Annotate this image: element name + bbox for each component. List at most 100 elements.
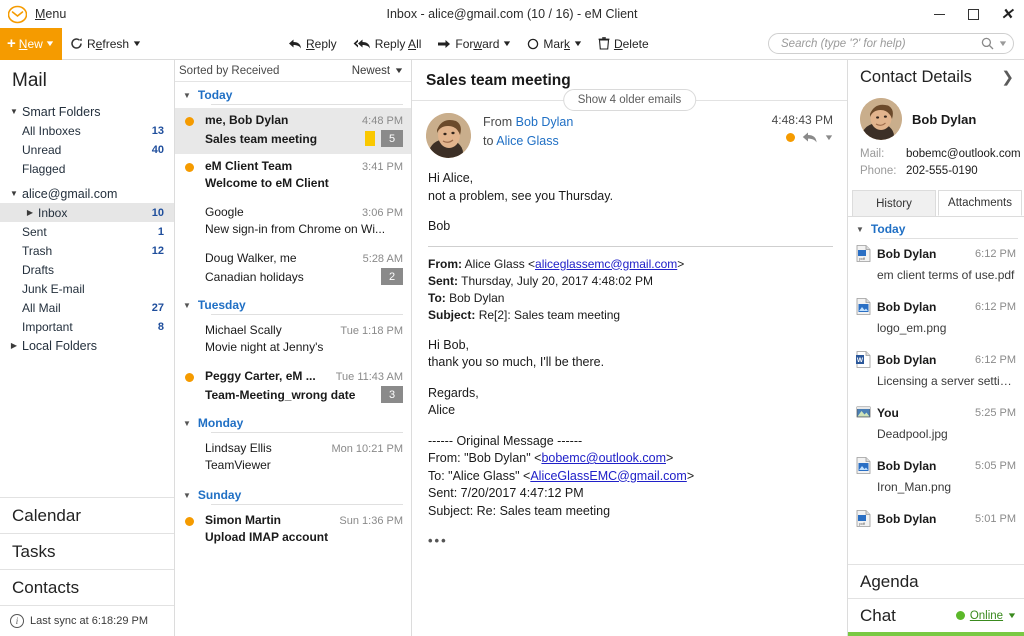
sort-label[interactable]: Sorted by Received [179,65,352,77]
message-time: 5:28 AM [362,253,403,265]
tab-history[interactable]: History [852,190,936,216]
refresh-label: Refresh [87,36,130,51]
email-link[interactable]: bobemc@outlook.com [541,451,666,465]
agenda-panel-header[interactable]: Agenda [848,564,1024,598]
sidebar-item-all-mail[interactable]: All Mail 27 [0,298,174,317]
attachment-item[interactable]: pdf Bob Dylan 5:01 PM [848,506,1024,559]
attachment-item[interactable]: You 5:25 PM Deadpool.jpg [848,400,1024,453]
to-name[interactable]: Alice Glass [496,134,559,148]
message-actions: Reply Reply All Forward ▼ Mark ▼ Delete [280,28,657,60]
delete-label: Delete [613,36,649,51]
contact-details-header: Contact Details ❯ [848,60,1024,94]
new-button[interactable]: + New ▼ [0,27,62,60]
folder-label: Junk E-mail [22,281,85,296]
to-prefix: to [483,134,494,148]
sort-order-button[interactable]: Newest ▼ [352,65,405,77]
reply-button[interactable]: Reply [280,28,345,60]
reply-all-button[interactable]: Reply All [345,28,430,60]
email-link[interactable]: aliceglassemc@gmail.com [535,257,677,271]
sidebar-item-inbox[interactable]: ▶ Inbox 10 [0,203,174,222]
quote-text-1: Hi Bob, [428,337,469,352]
message-group-sunday[interactable]: ▼ Sunday [175,482,411,508]
delete-button[interactable]: Delete [590,28,657,60]
message-list-item[interactable]: Lindsay Ellis Mon 10:21 PM TeamViewer [175,436,411,482]
search-box[interactable]: ▼ [768,33,1014,54]
original-message-block: ------ Original Message ------ From: "Bo… [428,433,833,550]
sidebar-group-local-folders[interactable]: ▶ Local Folders [0,336,174,355]
attachment-item[interactable]: Bob Dylan 6:12 PM logo_em.png [848,294,1024,347]
message-group-today[interactable]: ▼ Today [175,82,411,108]
original-to-close: > [686,468,695,483]
group-label: Today [870,222,906,236]
sidebar-item-trash[interactable]: Trash 12 [0,241,174,260]
chevron-down-icon[interactable]: ▼ [824,133,835,142]
sidebar-nav-calendar[interactable]: Calendar [0,498,174,534]
menu-button[interactable]: Menu [0,0,66,28]
message-list-item[interactable]: eM Client Team 3:41 PM Welcome to eM Cli… [175,154,411,200]
message-list-item[interactable]: Doug Walker, me 5:28 AM Canadian holiday… [175,246,411,292]
message-list-item[interactable]: Google 3:06 PM New sign-in from Chrome o… [175,200,411,246]
unread-dot-icon[interactable] [786,133,796,142]
svg-text:pdf: pdf [859,521,865,526]
chevron-down-icon: ▼ [572,38,584,48]
search-dropdown-icon[interactable]: ▼ [998,39,1009,48]
message-time: 3:06 PM [362,207,403,219]
sidebar-nav-contacts[interactable]: Contacts [0,570,174,606]
close-button[interactable]: ✕ [990,0,1024,28]
message-list-body[interactable]: ▼ Today me, Bob Dylan 4:48 PM Sales team… [175,82,411,636]
message-subject: Movie night at Jenny's [205,340,324,354]
attachment-time: 6:12 PM [975,300,1016,313]
sidebar-item-drafts[interactable]: Drafts [0,260,174,279]
attachments-list[interactable]: ▼ Today pdf Bob Dylan 6:12 PM em client … [848,217,1024,564]
chevron-down-icon: ▼ [131,38,143,48]
attachment-filename: em client terms of use.pdf [877,268,1015,282]
refresh-button[interactable]: Refresh ▼ [62,28,149,60]
sidebar-nav-tasks[interactable]: Tasks [0,534,174,570]
email-link[interactable]: AliceGlassEMC@gmail.com [530,469,686,483]
message-list-item[interactable]: Peggy Carter, eM ... Tue 11:43 AM Team-M… [175,364,411,410]
original-sent: Sent: 7/20/2017 4:47:12 PM [428,486,584,500]
sidebar-item-sent[interactable]: Sent 1 [0,222,174,241]
chat-panel-header[interactable]: Chat Online ▼ [848,598,1024,632]
search-icon[interactable] [981,37,994,50]
reading-pane: Sales team meeting Show 4 older emails F… [412,60,848,636]
sidebar-item-all-inboxes[interactable]: All Inboxes 13 [0,121,174,140]
maximize-button[interactable] [956,0,990,28]
sidebar-group-smart-folders[interactable]: ▼ Smart Folders [0,102,174,121]
message-count-badge: 2 [381,268,403,285]
unread-indicator [183,441,205,482]
quote-text-2: thank you so much, I'll be there. [428,355,605,369]
sidebar-item-important[interactable]: Important 8 [0,317,174,336]
sidebar-item-flagged[interactable]: Flagged [0,159,174,178]
message-subject: Sales team meeting [205,131,318,146]
attachment-item[interactable]: Bob Dylan 5:05 PM Iron_Man.png [848,453,1024,506]
reply-arrow-icon[interactable] [802,131,818,144]
message-list-item[interactable]: me, Bob Dylan 4:48 PM Sales team meeting… [175,108,411,154]
message-group-monday[interactable]: ▼ Monday [175,410,411,436]
chevron-right-icon[interactable]: ▶ [22,208,38,217]
chat-status-button[interactable]: Online ▼ [955,610,1017,622]
minimize-button[interactable] [922,0,956,28]
chevron-right-icon[interactable]: ❯ [1001,68,1014,86]
tab-attachments[interactable]: Attachments [938,190,1022,216]
message-group-tuesday[interactable]: ▼ Tuesday [175,292,411,318]
attachment-filename: logo_em.png [877,321,947,335]
from-prefix: From [483,115,513,129]
message-list-item[interactable]: Michael Scally Tue 1:18 PM Movie night a… [175,318,411,364]
search-input[interactable] [781,37,982,50]
sidebar-item-junk-email[interactable]: Junk E-mail [0,279,174,298]
attachment-item[interactable]: W Bob Dylan 6:12 PM Licensing a server s… [848,347,1024,400]
sidebar-group-account[interactable]: ▼ alice@gmail.com [0,184,174,203]
show-older-emails-button[interactable]: Show 4 older emails [562,89,697,111]
expand-ellipsis-button[interactable]: ••• [428,532,833,550]
sidebar-item-unread[interactable]: Unread 40 [0,140,174,159]
from-name[interactable]: Bob Dylan [516,115,574,129]
attachment-group-today[interactable]: ▼ Today [848,217,1024,241]
attachment-item[interactable]: pdf Bob Dylan 6:12 PM em client terms of… [848,241,1024,294]
mark-button[interactable]: Mark ▼ [519,28,590,60]
forward-button[interactable]: Forward ▼ [429,28,519,60]
mail-value[interactable]: bobemc@outlook.com [906,146,1021,163]
message-list-item[interactable]: Simon Martin Sun 1:36 PM Upload IMAP acc… [175,508,411,554]
phone-value[interactable]: 202-555-0190 [906,163,978,180]
attachment-filename: Licensing a server settings.... [877,374,1016,388]
